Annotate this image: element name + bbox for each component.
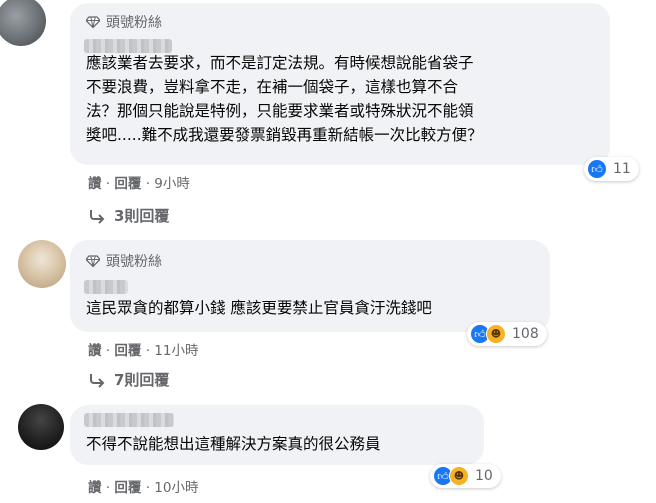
like-icon: 👍︎	[587, 159, 607, 179]
like-button[interactable]: 讚	[88, 343, 102, 359]
reaction-count: 11	[613, 161, 631, 177]
reaction-summary[interactable]: 👍︎ ☻ 10	[430, 464, 501, 488]
reply-button[interactable]: 回覆	[114, 176, 141, 192]
comment-line: 應該業者去要求，而不是訂定法規。有時候想說能省袋子	[86, 54, 474, 72]
timestamp[interactable]: 11小時	[154, 343, 198, 359]
avatar[interactable]	[18, 404, 64, 450]
top-fan-badge: 頭號粉絲	[86, 251, 162, 271]
comment-text: 應該業者去要求，而不是訂定法規。有時候想說能省袋子 不要浪費，豈料拿不走，在補一…	[86, 51, 483, 147]
haha-icon: ☻	[486, 324, 506, 344]
comment-bubble: 不得不說能想出這種解決方案真的很公務員	[70, 405, 484, 465]
comment-line: 不要浪費，豈料拿不走，在補一個袋子，這樣也算不合	[86, 78, 459, 96]
view-replies-label: 3則回覆	[114, 207, 170, 225]
like-button[interactable]: 讚	[88, 176, 102, 192]
avatar[interactable]	[18, 240, 66, 288]
reply-button[interactable]: 回覆	[114, 343, 141, 359]
timestamp[interactable]: 10小時	[154, 480, 198, 496]
commenter-name[interactable]	[84, 413, 174, 427]
view-replies-label: 7則回覆	[114, 371, 170, 389]
reaction-summary[interactable]: 👍︎ ☻ 108	[467, 322, 547, 346]
reaction-count: 10	[475, 468, 493, 484]
comment-line: 獎吧.....難不成我還要發票銷毀再重新結帳一次比較方便？	[86, 126, 483, 144]
reply-arrow-icon	[90, 209, 105, 224]
reply-button[interactable]: 回覆	[114, 480, 141, 496]
like-button[interactable]: 讚	[88, 480, 102, 496]
separator: ·	[145, 343, 155, 359]
comment-actions: 讚 · 回覆 · 11小時	[88, 339, 198, 359]
view-replies-button[interactable]: 7則回覆	[88, 369, 169, 390]
diamond-icon	[86, 255, 100, 268]
avatar[interactable]	[0, 0, 46, 46]
comment-actions: 讚 · 回覆 · 9小時	[88, 172, 190, 192]
comment-bubble: 頭號粉絲 應該業者去要求，而不是訂定法規。有時候想說能省袋子 不要浪費，豈料拿不…	[70, 3, 610, 165]
comment-actions: 讚 · 回覆 · 10小時	[88, 476, 198, 496]
reaction-summary[interactable]: 👍︎ 11	[584, 157, 639, 181]
badge-label: 頭號粉絲	[106, 15, 162, 31]
comment-line: 不得不說能想出這種解決方案真的很公務員	[86, 435, 381, 453]
comment-text: 這民眾貪的都算小錢 應該更要禁止官員貪汙洗錢吧	[86, 296, 432, 320]
separator: ·	[145, 480, 155, 496]
comment-line: 法？那個只能說是特例，只能要求業者或特殊狀況不能領	[86, 102, 474, 120]
comment-line: 這民眾貪的都算小錢 應該更要禁止官員貪汙洗錢吧	[86, 299, 432, 317]
haha-icon: ☻	[449, 466, 469, 486]
view-replies-button[interactable]: 3則回覆	[88, 205, 169, 226]
separator: ·	[145, 176, 155, 192]
comment-bubble: 頭號粉絲 這民眾貪的都算小錢 應該更要禁止官員貪汙洗錢吧	[70, 240, 550, 332]
comment-text: 不得不說能想出這種解決方案真的很公務員	[86, 432, 381, 456]
commenter-name[interactable]	[84, 280, 128, 294]
badge-label: 頭號粉絲	[106, 254, 162, 270]
reaction-count: 108	[512, 326, 539, 342]
timestamp[interactable]: 9小時	[154, 176, 190, 192]
top-fan-badge: 頭號粉絲	[86, 12, 162, 32]
diamond-icon	[86, 16, 100, 29]
reply-arrow-icon	[90, 373, 105, 388]
